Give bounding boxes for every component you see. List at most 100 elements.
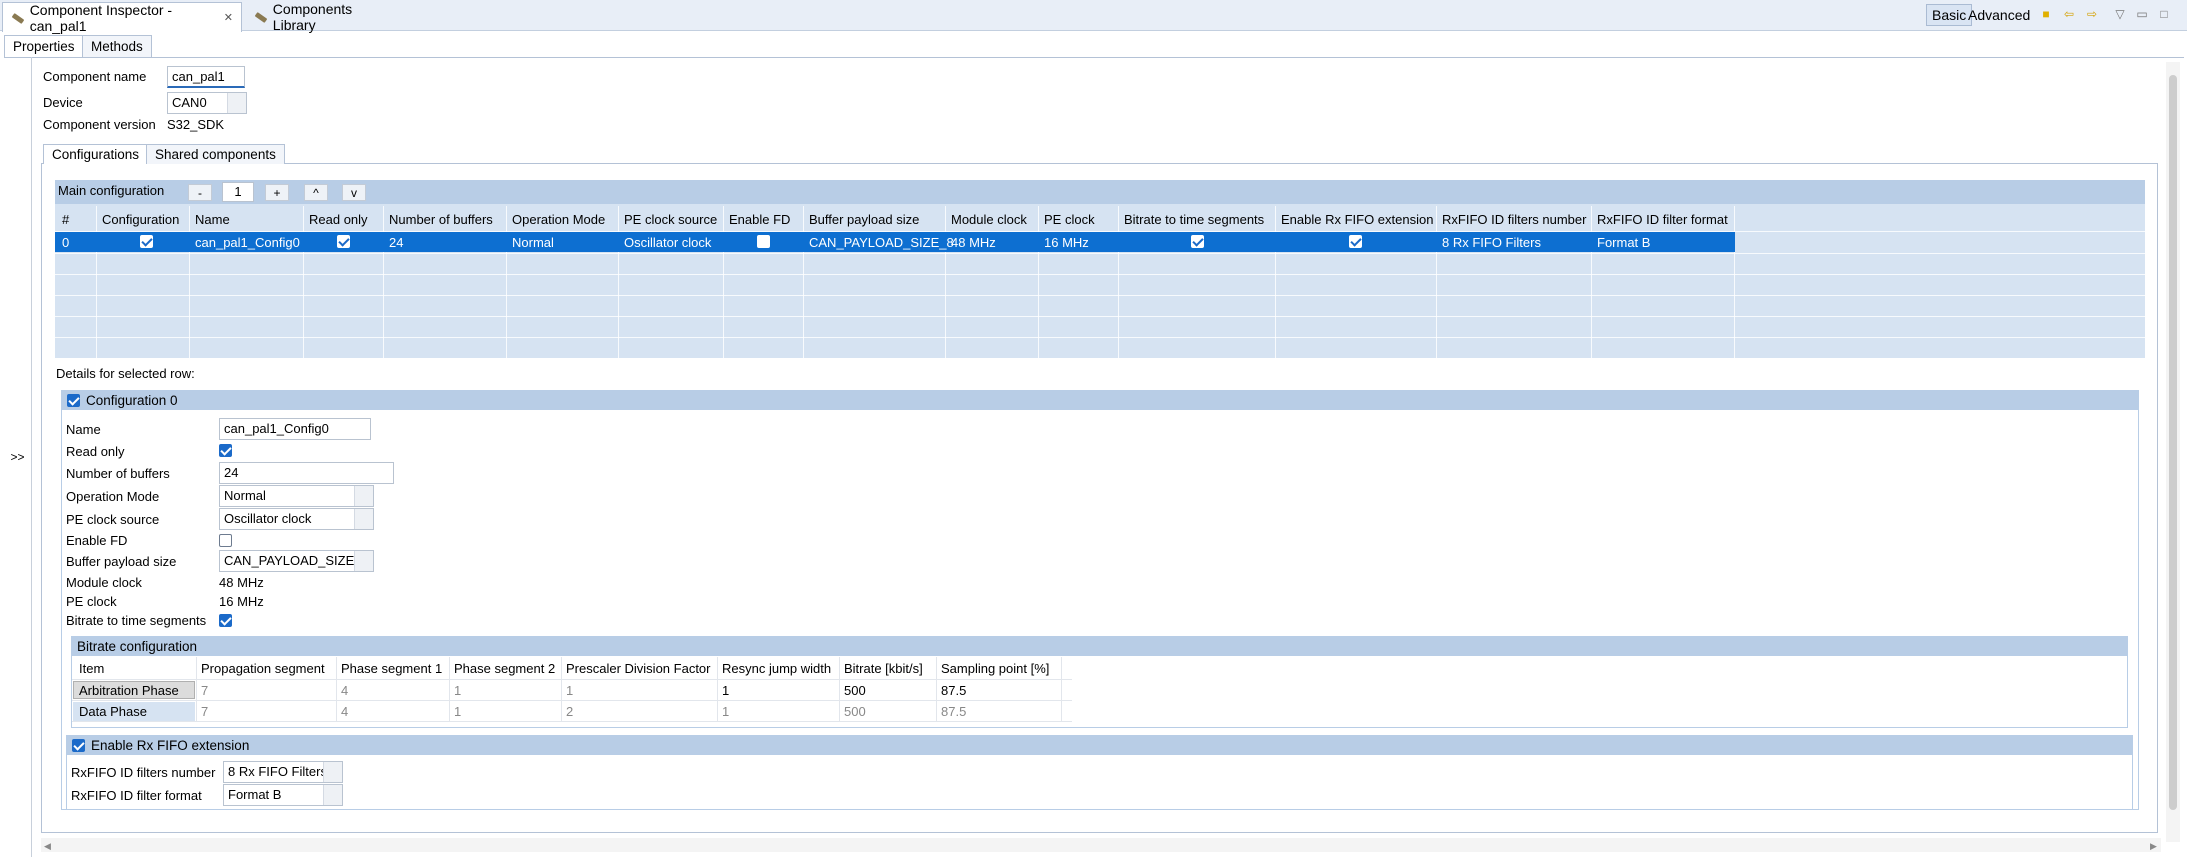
cell-configuration-checkbox[interactable]	[140, 235, 153, 248]
minimize-icon[interactable]: ▭	[2134, 6, 2150, 22]
col-header[interactable]: Module clock	[951, 212, 1027, 227]
cell-mode[interactable]: Normal	[512, 235, 554, 250]
grid-line	[189, 206, 190, 358]
grid-line	[561, 657, 562, 722]
bitrate-cell: 1	[454, 683, 462, 698]
bitrate-cell[interactable]: 1	[722, 683, 729, 698]
advanced-button[interactable]: Advanced	[1963, 4, 2035, 26]
cell-clock-source[interactable]: Oscillator clock	[624, 235, 711, 250]
bitrate-col-header: Resync jump width	[722, 661, 832, 676]
buffers-input[interactable]: 24	[219, 462, 394, 484]
cell-payload[interactable]: CAN_PAYLOAD_SIZE_8	[809, 235, 954, 250]
scroll-left-icon[interactable]: ◀	[44, 841, 51, 852]
tab-methods[interactable]: Methods	[82, 35, 152, 57]
bitrate-cell: 4	[341, 683, 349, 698]
tab-configurations[interactable]: Configurations	[43, 144, 149, 164]
module-clock-label: Module clock	[66, 575, 142, 590]
move-up-button[interactable]: ^	[304, 184, 328, 201]
buffers-label: Number of buffers	[66, 466, 170, 481]
view-menu-icon[interactable]: ▽	[2112, 6, 2128, 22]
tab-shared-components[interactable]: Shared components	[146, 144, 285, 164]
enable-fd-label: Enable FD	[66, 533, 128, 548]
note-icon[interactable]: ■	[2038, 6, 2054, 22]
bitrate-title: Bitrate configuration	[77, 638, 198, 654]
col-header[interactable]: Number of buffers	[389, 212, 493, 227]
col-header[interactable]: PE clock	[1044, 212, 1095, 227]
operation-mode-label: Operation Mode	[66, 489, 160, 504]
bitrate-cell[interactable]: 87.5	[941, 683, 966, 698]
grid-line	[55, 316, 2145, 317]
bitrate-cell: 1	[566, 683, 574, 698]
bitrate-cell: 1	[722, 704, 730, 719]
cell-pe-clock[interactable]: 16 MHz	[1044, 235, 1089, 250]
col-header[interactable]: Configuration	[102, 212, 179, 227]
config-count-input[interactable]: 1	[222, 182, 254, 202]
back-arrow-icon[interactable]: ⇦	[2061, 6, 2077, 22]
col-header[interactable]: Read only	[309, 212, 368, 227]
cell-buffers[interactable]: 24	[389, 235, 403, 250]
grid-line	[96, 206, 97, 358]
cell-name[interactable]: can_pal1_Config0	[195, 235, 300, 250]
scroll-right-icon[interactable]: ▶	[2150, 841, 2157, 852]
cell-filter-format[interactable]: Format B	[1597, 235, 1650, 250]
grid-line	[936, 657, 937, 722]
col-header[interactable]: Buffer payload size	[809, 212, 919, 227]
payload-select[interactable]: CAN_PAYLOAD_SIZE_8	[219, 550, 374, 572]
move-down-button[interactable]: v	[342, 184, 366, 201]
name-input[interactable]: can_pal1_Config0	[219, 418, 371, 440]
rx-fifo-title: Enable Rx FIFO extension	[91, 737, 250, 753]
vertical-scroll-thumb[interactable]	[2169, 75, 2177, 810]
col-header[interactable]: Name	[195, 212, 230, 227]
filter-format-select[interactable]: Format B	[223, 784, 343, 806]
col-header[interactable]: Enable Rx FIFO extension	[1281, 212, 1433, 227]
component-name-label: Component name	[43, 69, 147, 84]
col-header[interactable]: Operation Mode	[512, 212, 605, 227]
bitrate-row-label: Data Phase	[79, 704, 147, 719]
expand-strip[interactable]: >>	[4, 57, 32, 857]
forward-arrow-icon[interactable]: ⇨	[2084, 6, 2100, 22]
tab-component-inspector[interactable]: Component Inspector - can_pal1 ✕	[2, 2, 242, 34]
grid-line	[196, 657, 197, 722]
bitrate-cell: 1	[454, 704, 462, 719]
tab-components-library[interactable]: Components Library	[246, 1, 396, 33]
add-config-button[interactable]: +	[265, 184, 289, 201]
details-heading: Details for selected row:	[56, 366, 195, 381]
close-icon[interactable]: ✕	[224, 11, 233, 24]
cell-index[interactable]: 0	[62, 235, 69, 250]
col-header[interactable]: RxFIFO ID filters number	[1442, 212, 1586, 227]
col-header[interactable]: PE clock source	[624, 212, 717, 227]
device-select[interactable]: CAN0	[167, 92, 247, 114]
col-header[interactable]: Enable FD	[729, 212, 790, 227]
cell-rx-fifo-checkbox[interactable]	[1349, 235, 1362, 248]
cell-enable-fd-checkbox[interactable]	[757, 235, 770, 248]
payload-value: CAN_PAYLOAD_SIZE_8	[224, 553, 369, 568]
tab-properties[interactable]: Properties	[4, 35, 84, 57]
maximize-icon[interactable]: □	[2156, 6, 2172, 22]
component-icon	[11, 11, 24, 25]
component-name-input[interactable]: can_pal1	[167, 66, 245, 88]
bitrate-cell[interactable]: 500	[844, 683, 866, 698]
cell-read-only-checkbox[interactable]	[337, 235, 350, 248]
cell-module-clock[interactable]: 48 MHz	[951, 235, 996, 250]
bitrate-cell: 7	[201, 683, 209, 698]
config-0-checkbox[interactable]	[67, 393, 80, 407]
cell-filters-number[interactable]: 8 Rx FIFO Filters	[1442, 235, 1541, 250]
grid-line	[449, 657, 450, 722]
grid-line	[55, 295, 2145, 296]
horizontal-scrollbar[interactable]	[41, 838, 2161, 852]
rx-fifo-header: Enable Rx FIFO extension	[66, 735, 2133, 755]
read-only-checkbox[interactable]	[219, 444, 232, 457]
cell-bitrate-ts-checkbox[interactable]	[1191, 235, 1204, 248]
enable-fd-checkbox[interactable]	[219, 534, 232, 547]
rx-fifo-checkbox[interactable]	[72, 738, 85, 752]
col-header[interactable]: Bitrate to time segments	[1124, 212, 1264, 227]
col-header[interactable]: RxFIFO ID filter format	[1597, 212, 1728, 227]
filters-number-select[interactable]: 8 Rx FIFO Filters	[223, 761, 343, 783]
bitrate-col-header: Item	[79, 661, 105, 676]
bitrate-cell: 500	[844, 704, 866, 719]
bitrate-ts-checkbox[interactable]	[219, 614, 232, 627]
clock-source-select[interactable]: Oscillator clock	[219, 508, 374, 530]
operation-mode-select[interactable]: Normal	[219, 485, 374, 507]
col-header[interactable]: #	[62, 212, 69, 227]
remove-config-button[interactable]: -	[188, 184, 212, 201]
